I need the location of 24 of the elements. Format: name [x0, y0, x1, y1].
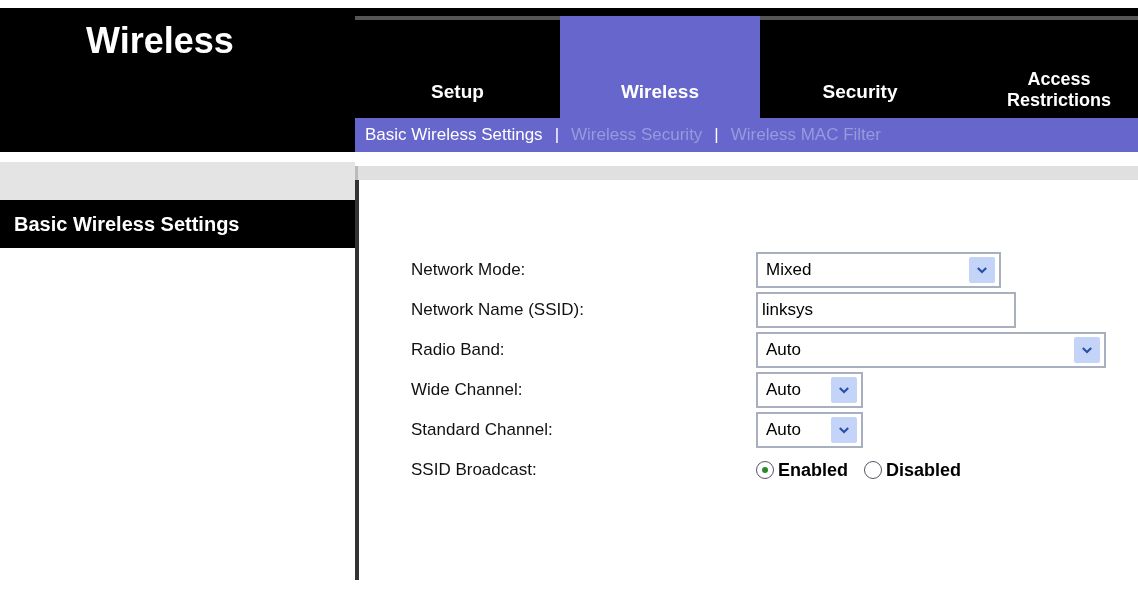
field-label: Radio Band: — [411, 340, 506, 360]
page-title: Wireless — [85, 20, 235, 62]
nav-tab[interactable]: Setup — [355, 20, 560, 118]
input-field[interactable]: linksys — [756, 292, 1016, 328]
field-label: Standard Channel: — [411, 420, 554, 440]
separator: | — [714, 125, 719, 145]
dropdown[interactable]: Mixed — [756, 252, 1001, 288]
dropdown[interactable]: Auto — [756, 332, 1106, 368]
nav-tab[interactable]: Wireless — [560, 16, 760, 118]
field-label: SSID Broadcast: — [411, 460, 538, 480]
field-label: Wide Channel: — [411, 380, 524, 400]
sidebar-heading: Basic Wireless Settings — [0, 200, 355, 248]
field-label: Network Name (SSID): — [411, 300, 585, 320]
separator: | — [554, 125, 560, 145]
radio-label: Disabled — [886, 459, 962, 481]
radio-button[interactable] — [864, 461, 882, 479]
dropdown[interactable]: Auto — [756, 412, 863, 448]
nav-tab[interactable]: Security — [760, 20, 960, 118]
field-label: Network Mode: — [411, 260, 527, 280]
radio-label: Enabled — [778, 459, 848, 481]
radio-button[interactable] — [756, 461, 774, 479]
subnav-link[interactable]: Basic Wireless Settings — [365, 125, 543, 145]
dropdown[interactable]: Auto — [756, 372, 863, 408]
nav-tab[interactable]: Access Restrictions — [960, 20, 1138, 118]
